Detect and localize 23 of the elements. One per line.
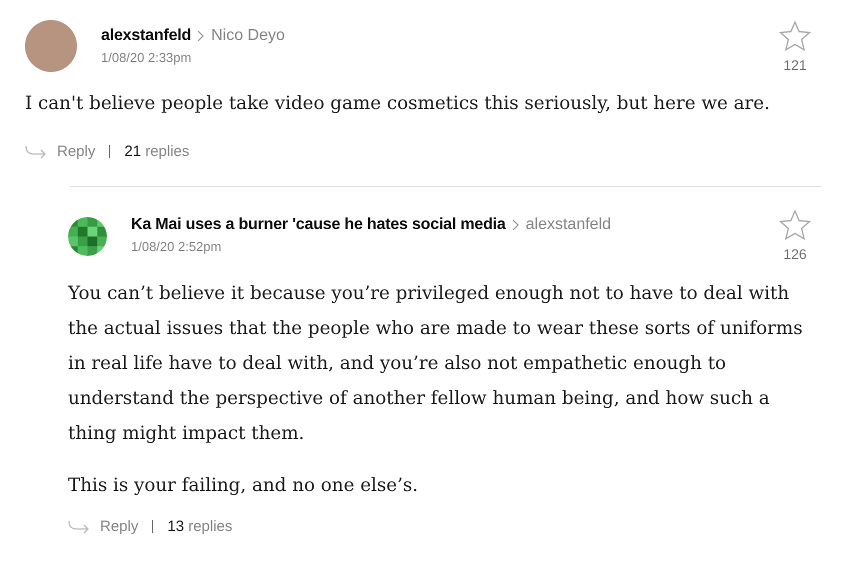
reply-arrow-icon bbox=[25, 144, 47, 158]
reply-to-name[interactable]: alexstanfeld bbox=[526, 216, 612, 234]
timestamp: 1/08/20 2:52pm bbox=[131, 239, 222, 254]
like-count: 121 bbox=[783, 57, 807, 73]
star-icon[interactable] bbox=[779, 209, 811, 241]
reply-arrow-icon bbox=[68, 520, 90, 534]
star-icon[interactable] bbox=[779, 20, 811, 52]
timestamp: 1/08/20 2:33pm bbox=[101, 50, 192, 65]
pixel-avatar-icon bbox=[68, 217, 107, 256]
comment-text: This is your failing, and no one else’s. bbox=[68, 474, 420, 498]
comment-text: I can't believe people take video game cosmetics this seriously, but here we are. bbox=[25, 92, 771, 116]
comment-text: You can’t believe it because you’re privileged enough not to have to deal with the actual issues that the people who are made to wear these sorts of uniforms in real life have to deal with, and you’re also not empathetic enough to understand the perspective of another fellow human being, and how such a thing might impact them. bbox=[68, 282, 804, 446]
reply-link[interactable]: Reply bbox=[100, 518, 138, 535]
replies-link[interactable]: 21 replies bbox=[124, 143, 190, 160]
reply-link[interactable]: Reply bbox=[57, 143, 96, 160]
chevron-right-icon bbox=[512, 219, 520, 231]
avatar-photo-placeholder bbox=[25, 20, 77, 72]
author-name[interactable]: Ka Mai uses a burner 'cause he hates social media bbox=[131, 216, 506, 234]
like-count: 126 bbox=[783, 246, 807, 262]
chevron-right-icon bbox=[197, 30, 206, 42]
author-name[interactable]: alexstanfeld bbox=[101, 27, 192, 45]
reply-to-name[interactable]: Nico Deyo bbox=[211, 27, 285, 45]
replies-link[interactable]: 13 replies bbox=[167, 518, 232, 535]
